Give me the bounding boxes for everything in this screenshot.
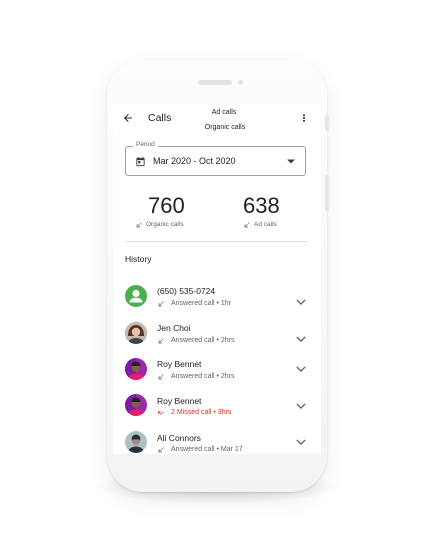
contact-name: (650) 535-0724 — [157, 286, 216, 296]
expand-more-icon[interactable] — [296, 299, 306, 305]
phone-volume-button — [325, 175, 329, 211]
calendar-icon — [136, 156, 145, 167]
stat-organic-value: 760 — [148, 193, 185, 218]
stat-organic-label: Organic calls — [146, 221, 184, 228]
contact-name: Roy Bennet — [157, 359, 202, 369]
divider — [125, 241, 308, 242]
filter-organic-calls[interactable]: Organic calls — [193, 124, 257, 131]
call-status: Answered call • 1hr — [171, 300, 232, 307]
expand-more-icon[interactable] — [296, 336, 306, 342]
contact-name: Roy Bennet — [157, 396, 202, 406]
phone-speaker — [198, 80, 232, 85]
call-status: Answered call • Mar 17 — [171, 446, 243, 453]
contact-name: Ali Connors — [157, 433, 201, 443]
phone-camera — [238, 80, 243, 85]
arrow-drop-down-icon[interactable] — [287, 159, 295, 164]
contact-avatar — [125, 394, 147, 416]
page-title: Calls — [148, 112, 172, 124]
call-status-missed: 2 Missed call • 3hrs — [171, 409, 232, 416]
call-received-icon — [158, 374, 164, 380]
stat-ad-value: 638 — [243, 193, 280, 218]
period-label: Period — [133, 141, 158, 148]
app-screen: Calls Ad calls Organic calls Period Mar … — [113, 104, 321, 454]
call-missed-icon — [158, 411, 164, 415]
person-icon — [129, 289, 143, 303]
expand-more-icon[interactable] — [296, 439, 306, 445]
filter-ad-calls[interactable]: Ad calls — [203, 109, 245, 116]
call-status: Answered call • 2hrs — [171, 337, 235, 344]
contact-name: Jen Choi — [157, 323, 191, 333]
history-title: History — [125, 254, 152, 264]
stat-ad-label: Ad calls — [254, 221, 277, 228]
person-photo-icon — [125, 322, 147, 344]
contact-avatar — [125, 322, 147, 344]
arrow-back-icon[interactable] — [122, 112, 134, 124]
call-received-icon — [158, 447, 164, 453]
phone-side-button — [325, 115, 329, 131]
more-vert-icon[interactable] — [299, 112, 309, 124]
person-photo-icon — [125, 431, 147, 453]
person-photo-icon — [125, 394, 147, 416]
call-received-icon — [136, 222, 142, 228]
contact-avatar — [125, 431, 147, 453]
expand-more-icon[interactable] — [296, 403, 306, 409]
period-value: Mar 2020 - Oct 2020 — [153, 156, 236, 166]
call-received-icon — [244, 222, 250, 228]
call-received-icon — [158, 338, 164, 344]
call-received-icon — [158, 301, 164, 307]
expand-more-icon[interactable] — [296, 366, 306, 372]
person-photo-icon — [125, 358, 147, 380]
contact-avatar — [125, 358, 147, 380]
default-person-avatar — [125, 285, 147, 307]
call-status: Answered call • 2hrs — [171, 373, 235, 380]
